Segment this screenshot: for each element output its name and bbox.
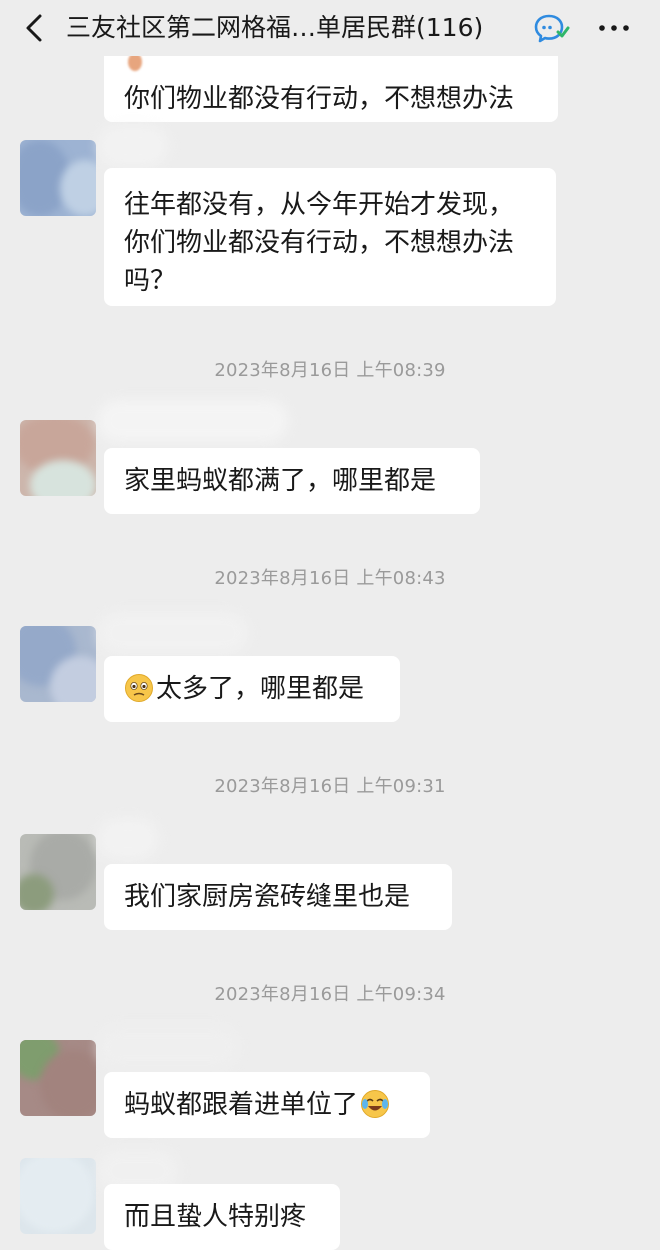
sender-name	[98, 125, 168, 167]
message-line: 而且蛰人特别疼	[124, 1202, 307, 1232]
sender-name	[98, 1026, 238, 1068]
message-bubble[interactable]: 我们家厨房瓷砖缝里也是	[104, 864, 452, 930]
avatar[interactable]	[20, 834, 96, 910]
message-timestamp: 2023年8月16日 上午09:34	[214, 984, 446, 1005]
avatar[interactable]	[20, 626, 96, 702]
chat-message-list[interactable]: 你们物业都没有行动，不想想办法 往年都没有，从今年开始才发现， 你们物业都没有行…	[0, 0, 660, 1250]
message-line: 往年都没有，从今年开始才发现，	[124, 190, 515, 220]
message-bubble[interactable]: 往年都没有，从今年开始才发现， 你们物业都没有行动，不想想办法 吗？	[104, 168, 556, 306]
message-line: 蚂蚁都跟着进单位了	[124, 1086, 410, 1124]
avatar[interactable]	[20, 420, 96, 496]
sender-name	[98, 400, 288, 442]
chevron-left-icon[interactable]	[18, 10, 54, 46]
chat-header: 三友社区第二网格福…单居民群(116)	[0, 0, 660, 56]
message-line: 我们家厨房瓷砖缝里也是	[124, 882, 411, 912]
message-timestamp: 2023年8月16日 上午08:43	[214, 568, 446, 589]
message-bubble[interactable]: 家里蚂蚁都满了，哪里都是	[104, 448, 480, 514]
message-line: 你们物业都没有行动，不想想办法	[124, 84, 515, 114]
more-dots-icon[interactable]	[592, 10, 636, 46]
avatar[interactable]	[20, 1158, 96, 1234]
sender-name	[98, 818, 158, 860]
chat-title[interactable]: 三友社区第二网格福…单居民群(116)	[66, 10, 536, 46]
group-chat-icon[interactable]	[532, 10, 570, 46]
message-text: 蚂蚁都跟着进单位了	[124, 1090, 359, 1120]
message-line: 太多了，哪里都是	[124, 670, 380, 708]
message-bubble[interactable]: 太多了，哪里都是	[104, 656, 400, 722]
message-text: 太多了，哪里都是	[156, 674, 365, 704]
sender-name	[98, 612, 248, 654]
message-line: 你们物业都没有行动，不想想办法	[124, 228, 515, 258]
avatar[interactable]	[20, 140, 96, 216]
message-timestamp: 2023年8月16日 上午08:39	[214, 360, 446, 381]
avatar[interactable]	[20, 1040, 96, 1116]
message-line: 家里蚂蚁都满了，哪里都是	[124, 466, 437, 496]
crying-laughing-emoji	[361, 1090, 390, 1118]
anxious-face-emoji	[125, 674, 153, 702]
message-timestamp: 2023年8月16日 上午09:31	[214, 776, 446, 797]
message-bubble[interactable]: 蚂蚁都跟着进单位了	[104, 1072, 430, 1138]
message-bubble[interactable]: 而且蛰人特别疼	[104, 1184, 340, 1250]
message-line: 吗？	[124, 266, 177, 296]
